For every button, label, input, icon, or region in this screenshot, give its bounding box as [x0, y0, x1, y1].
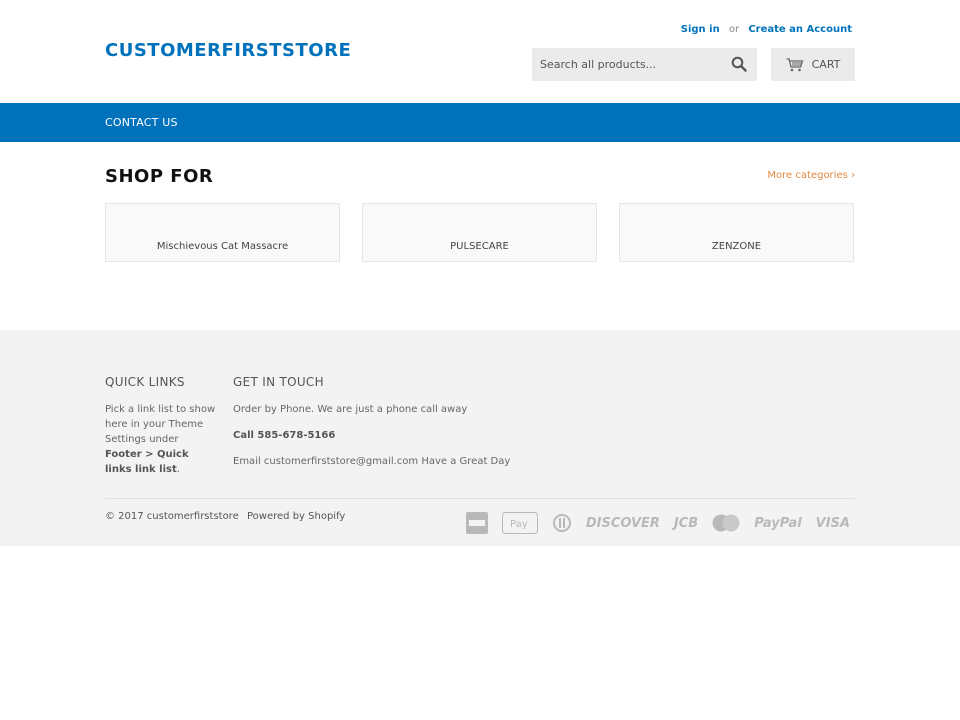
site-header: CUSTOMERFIRSTSTORE Sign in or Create an …: [0, 0, 960, 103]
collection-card[interactable]: PULSECARE: [362, 203, 597, 262]
search-bar: [532, 48, 757, 81]
jcb-icon: JCB: [673, 515, 699, 531]
quick-links-period: .: [176, 464, 180, 475]
cart-button[interactable]: CART: [771, 48, 855, 81]
cart-icon: [786, 57, 804, 71]
powered-by-link[interactable]: Powered by Shopify: [247, 511, 345, 522]
site-logo[interactable]: CUSTOMERFIRSTSTORE: [105, 40, 351, 61]
apple-pay-icon: Pay: [501, 512, 538, 534]
search-input[interactable]: [532, 48, 722, 81]
collection-title: ZENZONE: [711, 241, 762, 252]
nav-item-contact-us[interactable]: CONTACT US: [105, 116, 178, 129]
page-title: SHOP FOR: [105, 166, 214, 187]
order-by-phone-text: Order by Phone. We are just a phone call…: [233, 404, 468, 415]
account-links: Sign in or Create an Account: [681, 24, 852, 35]
footer-divider: [105, 498, 855, 499]
collection-title: PULSECARE: [450, 241, 509, 252]
copyright: © 2017 customerfirststore: [105, 511, 239, 522]
quick-links-text: Pick a link list to show here in your Th…: [105, 402, 217, 477]
get-in-touch-title: GET IN TOUCH: [233, 375, 324, 389]
search-button[interactable]: [731, 56, 749, 74]
main-content: SHOP FOR More categories › Mischievous C…: [0, 142, 960, 329]
main-nav: CONTACT US: [0, 103, 960, 142]
collection-title: Mischievous Cat Massacre: [156, 241, 289, 252]
sign-in-link[interactable]: Sign in: [681, 24, 720, 35]
paypal-icon: PayPal: [754, 515, 802, 531]
site-footer: QUICK LINKS Pick a link list to show her…: [0, 330, 960, 546]
collection-card[interactable]: Mischievous Cat Massacre: [105, 203, 340, 262]
or-separator: or: [728, 24, 740, 35]
master-icon: [712, 514, 740, 532]
american-express-icon: [465, 512, 488, 534]
visa-icon: VISA: [815, 515, 850, 531]
discover-icon: DISCOVER: [585, 515, 660, 531]
phone-number: Call 585-678-5166: [233, 430, 336, 441]
quick-links-title: QUICK LINKS: [105, 375, 185, 389]
cart-label: CART: [811, 58, 841, 71]
more-categories-link[interactable]: More categories ›: [767, 170, 855, 181]
search-icon: [731, 56, 747, 72]
collection-card[interactable]: ZENZONE: [619, 203, 854, 262]
diners-club-icon: [552, 514, 571, 532]
email-text: Email customerfirststore@gmail.com Have …: [233, 456, 511, 467]
quick-links-body: Pick a link list to show here in your Th…: [105, 404, 216, 445]
create-account-link[interactable]: Create an Account: [748, 24, 852, 35]
payment-icons: Pay DISCOVER JCB PayPal VISA: [465, 512, 850, 534]
apple-pay-label: Pay: [510, 519, 528, 530]
